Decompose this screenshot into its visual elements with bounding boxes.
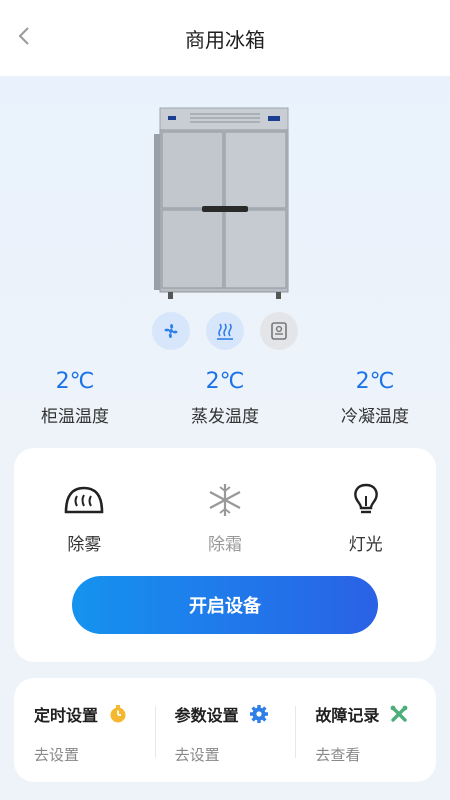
feature-icons [0,312,450,350]
tools-card: 定时设置 去设置 参数设置 去设置 故障记录 去查看 [14,678,436,782]
temp-label: 蒸发温度 [191,407,259,427]
start-device-button[interactable]: 开启设备 [72,576,378,634]
control-card: 除雾 除霜 灯光 开启设备 [14,448,436,662]
defog-icon [65,486,104,514]
snowflake-icon [209,484,241,516]
tool-title: 定时设置 [34,706,99,725]
fault-records[interactable]: 故障记录 去查看 [295,678,436,782]
fan-icon[interactable] [152,312,190,350]
light-button[interactable]: 灯光 [295,482,436,555]
evaporator-temp: 2℃ 蒸发温度 [150,369,300,427]
device-hero: 2℃ 柜温温度 2℃ 蒸发温度 2℃ 冷凝温度 [0,76,450,456]
defrost-button[interactable]: 除霜 [155,482,296,555]
parameter-settings[interactable]: 参数设置 去设置 [154,678,296,782]
temp-value: 2℃ [55,369,95,394]
control-label: 除雾 [67,535,102,555]
timer-settings[interactable]: 定时设置 去设置 [14,678,155,782]
tool-title: 故障记录 [315,706,380,725]
temperature-readings: 2℃ 柜温温度 2℃ 蒸发温度 2℃ 冷凝温度 [0,369,450,427]
temp-value: 2℃ [205,369,245,394]
temp-label: 冷凝温度 [341,407,409,427]
timer-icon [110,705,126,723]
controller-icon[interactable] [260,312,298,350]
tool-action: 去设置 [174,746,220,764]
condenser-temp: 2℃ 冷凝温度 [300,369,450,427]
fridge-image [150,102,300,302]
tool-title: 参数设置 [174,706,239,725]
temp-value: 2℃ [355,369,395,394]
control-label: 除霜 [208,535,242,555]
back-arrow-icon[interactable] [14,25,36,47]
page-title: 商用冰箱 [185,27,265,52]
app-header: 商用冰箱 [0,0,450,76]
gear-icon [249,705,268,723]
steam-icon[interactable] [206,312,244,350]
tool-action: 去查看 [315,746,361,764]
control-label: 灯光 [348,535,383,555]
defog-button[interactable]: 除雾 [14,482,155,555]
cabinet-temp: 2℃ 柜温温度 [0,369,150,427]
tool-action: 去设置 [34,746,80,764]
wrench-icon [390,705,408,722]
temp-label: 柜温温度 [41,407,109,427]
bulb-icon [353,483,378,514]
